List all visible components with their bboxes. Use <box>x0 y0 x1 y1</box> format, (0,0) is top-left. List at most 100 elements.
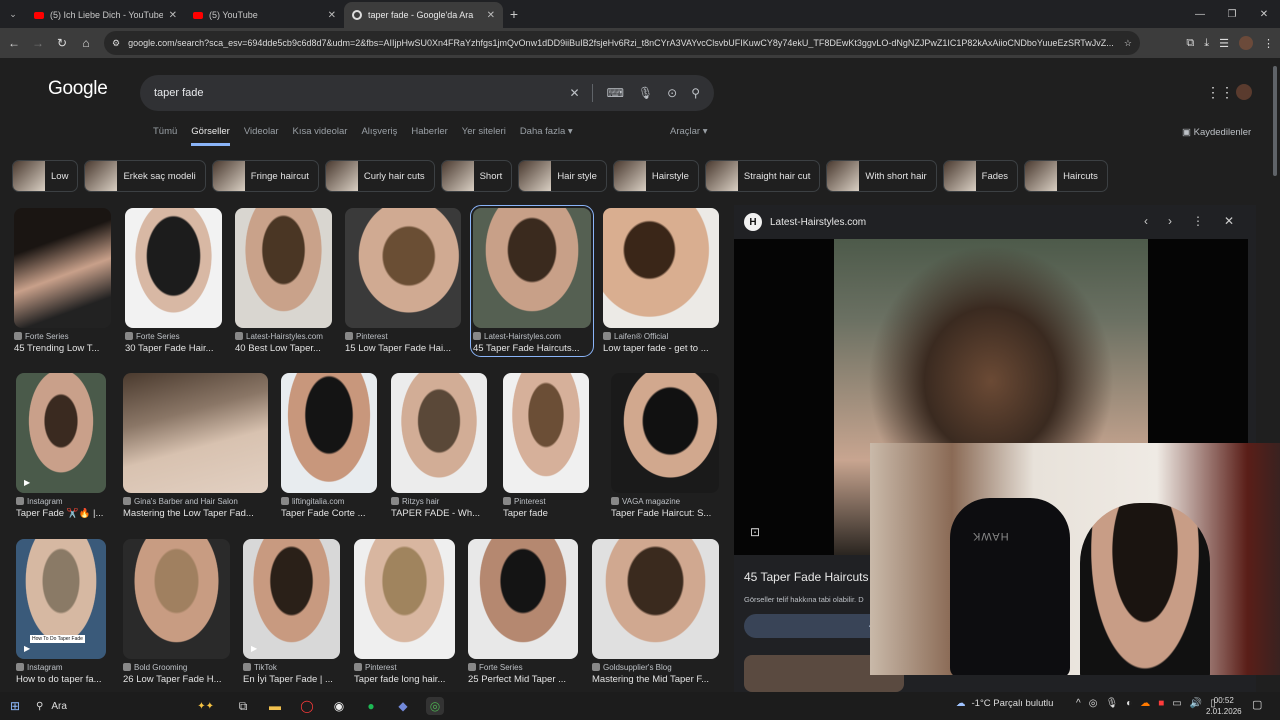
extensions-icon[interactable]: ⧉ <box>1186 37 1194 50</box>
chip[interactable]: Fringe haircut <box>211 160 319 192</box>
tray-app-icon[interactable]: ◐ <box>1126 698 1132 709</box>
discord-icon[interactable]: ◆ <box>394 697 412 715</box>
close-window-icon[interactable]: ✕ <box>1248 9 1280 20</box>
chip[interactable]: Fades <box>942 160 1019 192</box>
tab-all[interactable]: Tümü <box>153 126 177 146</box>
spotify-icon[interactable]: ● <box>362 697 380 715</box>
tab-shopping[interactable]: Alışveriş <box>361 126 397 146</box>
result-image[interactable] <box>14 208 111 328</box>
result-caption[interactable]: Mastering the Low Taper Fad... <box>123 508 268 519</box>
result-caption[interactable]: How to do taper fa... <box>16 674 106 685</box>
image-result[interactable]: Forte Series 45 Trending Low T... <box>14 208 111 354</box>
preview-title[interactable]: 45 Taper Fade Haircuts <box>744 570 869 584</box>
chrome-icon[interactable]: ◎ <box>426 697 444 715</box>
profile-avatar[interactable] <box>1239 36 1253 50</box>
result-image[interactable] <box>592 539 719 659</box>
reading-list-icon[interactable]: ☰ <box>1219 37 1229 50</box>
home-icon[interactable]: ⌂ <box>74 36 98 50</box>
forward-icon[interactable]: → <box>26 36 50 50</box>
tab-places[interactable]: Yer siteleri <box>462 126 506 146</box>
obs-icon[interactable]: ◉ <box>330 697 348 715</box>
tray-app-icon[interactable]: ■ <box>1158 698 1164 709</box>
task-view-icon[interactable]: ⧉ <box>234 697 252 715</box>
result-caption[interactable]: En İyi Taper Fade | ... <box>243 674 340 685</box>
search-box[interactable]: taper fade ✕ ⌨ 🎙 ⊙ ⚲ <box>140 75 714 111</box>
chip[interactable]: Low <box>12 160 79 192</box>
browser-tab-2[interactable]: (5) YouTube ✕ <box>185 2 344 28</box>
browser-tab-1[interactable]: (5) Ich Liebe Dich - YouTube ✕ <box>26 2 185 28</box>
tab-search-button[interactable]: ⌄ <box>0 9 26 20</box>
result-caption[interactable]: 25 Perfect Mid Taper ... <box>468 674 578 685</box>
image-result[interactable]: Forte Series 25 Perfect Mid Taper ... <box>468 539 578 685</box>
image-result-selected[interactable]: Latest-Hairstyles.com 45 Taper Fade Hairc… <box>470 205 594 357</box>
download-icon[interactable]: ⤓ <box>1204 37 1209 50</box>
result-caption[interactable]: 30 Taper Fade Hair... <box>125 343 222 354</box>
result-image[interactable]: ▶ <box>16 373 106 493</box>
tray-app-icon[interactable]: ◎ <box>1089 698 1098 709</box>
result-image[interactable] <box>345 208 461 328</box>
chip[interactable]: Straight hair cut <box>704 160 821 192</box>
result-caption[interactable]: Taper Fade Corte ... <box>281 508 377 519</box>
image-result[interactable]: Pinterest Taper fade long hair... <box>354 539 455 685</box>
close-icon[interactable]: ✕ <box>1224 214 1234 228</box>
close-icon[interactable]: ✕ <box>169 10 177 21</box>
prev-icon[interactable]: ‹ <box>1144 214 1148 228</box>
back-icon[interactable]: ← <box>2 36 26 50</box>
chip[interactable]: Hairstyle <box>612 160 699 192</box>
result-image[interactable]: ▶ <box>243 539 340 659</box>
result-caption[interactable]: 26 Low Taper Fade H... <box>123 674 230 685</box>
image-result[interactable]: Pinterest Taper fade <box>503 373 589 519</box>
more-options-icon[interactable]: ⋮ <box>1192 214 1204 228</box>
result-caption[interactable]: 15 Low Taper Fade Hai... <box>345 343 461 354</box>
result-caption[interactable]: Mastering the Mid Taper F... <box>592 674 719 685</box>
taskbar-search[interactable]: ⚲ Ara ✦✦ <box>30 695 220 717</box>
search-icon[interactable]: ⚲ <box>691 86 700 100</box>
volume-icon[interactable]: 🔊 <box>1190 698 1202 709</box>
new-tab-button[interactable]: + <box>503 6 525 22</box>
address-bar[interactable]: ⚙ google.com/search?sca_esv=694dde5cb9c6… <box>104 31 1140 55</box>
image-result[interactable]: Ritzys hair TAPER FADE - Wh... <box>391 373 487 519</box>
result-image[interactable] <box>354 539 455 659</box>
result-image[interactable]: ▶ How To Do Taper Fade <box>16 539 106 659</box>
tab-images[interactable]: Görseller <box>191 126 230 146</box>
keyboard-icon[interactable]: ⌨ <box>607 86 624 100</box>
result-image[interactable] <box>125 208 222 328</box>
browser-tab-3[interactable]: taper fade - Google'da Ara ✕ <box>344 2 503 28</box>
chip[interactable]: Hair style <box>518 160 607 192</box>
chip[interactable]: Erkek saç modeli <box>84 160 206 192</box>
lens-icon[interactable]: ⊙ <box>667 86 677 100</box>
image-result[interactable]: Forte Series 30 Taper Fade Hair... <box>125 208 222 354</box>
microphone-icon[interactable]: 🎙 <box>638 86 653 100</box>
result-image[interactable] <box>603 208 719 328</box>
image-result[interactable]: VAGA magazine Taper Fade Haircut: S... <box>611 373 719 519</box>
result-image[interactable] <box>123 373 268 493</box>
lens-search-icon[interactable]: ⊡ <box>750 525 760 539</box>
image-result[interactable]: ▶ How To Do Taper Fade Instagram How to do … <box>16 539 106 685</box>
image-result[interactable]: Gina's Barber and Hair Salon Mastering th… <box>123 373 268 519</box>
opera-icon[interactable]: ◯ <box>298 697 316 715</box>
image-result[interactable]: Bold Grooming 26 Low Taper Fade H... <box>123 539 230 685</box>
google-logo[interactable]: Google <box>48 78 108 100</box>
image-result[interactable]: Goldsupplier's Blog Mastering the Mid Tap… <box>592 539 719 685</box>
preview-site[interactable]: Latest-Hairstyles.com <box>770 217 866 228</box>
notification-icon[interactable]: ▢ <box>1252 698 1262 711</box>
chip[interactable]: Curly hair cuts <box>324 160 435 192</box>
site-info-icon[interactable]: ⚙ <box>112 38 120 49</box>
reload-icon[interactable]: ↻ <box>50 36 74 50</box>
result-image[interactable] <box>611 373 719 493</box>
result-caption[interactable]: Taper fade long hair... <box>354 674 455 685</box>
close-icon[interactable]: ✕ <box>487 10 495 21</box>
image-result[interactable]: ▶ TikTok En İyi Taper Fade | ... <box>243 539 340 685</box>
image-result[interactable]: Laifen® Official Low taper fade - get to … <box>603 208 719 354</box>
result-image[interactable] <box>281 373 377 493</box>
result-caption[interactable]: 45 Trending Low T... <box>14 343 111 354</box>
tray-chevron-icon[interactable]: ^ <box>1076 698 1081 709</box>
account-avatar[interactable] <box>1236 84 1252 100</box>
result-caption[interactable]: TAPER FADE - Wh... <box>391 508 487 519</box>
menu-icon[interactable]: ⋮ <box>1263 37 1274 50</box>
image-result[interactable]: Pinterest 15 Low Taper Fade Hai... <box>345 208 461 354</box>
tab-news[interactable]: Haberler <box>411 126 447 146</box>
scrollbar-thumb[interactable] <box>1273 66 1277 176</box>
chip[interactable]: With short hair <box>826 160 937 192</box>
image-result[interactable]: liftingitalia.com Taper Fade Corte ... <box>281 373 377 519</box>
